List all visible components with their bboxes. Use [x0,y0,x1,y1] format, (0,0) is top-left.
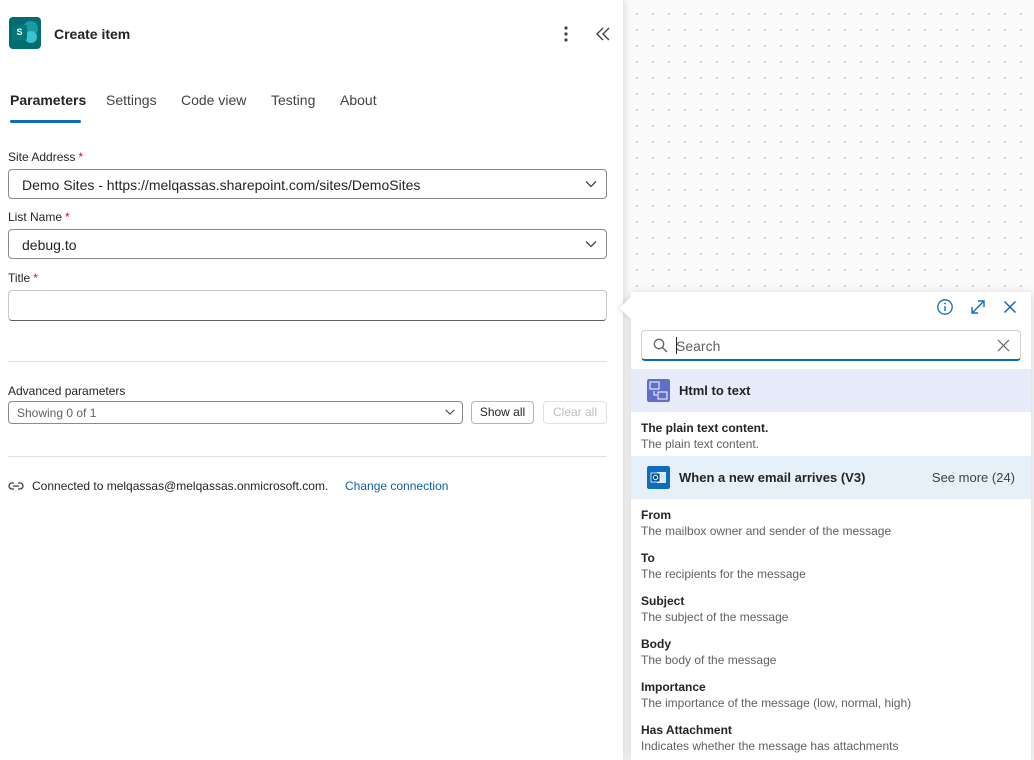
item-title: Body [641,637,671,651]
html-to-text-icon [647,379,670,402]
list-item[interactable]: To The recipients for the message [641,551,1021,587]
chevron-down-icon [445,409,455,415]
more-options-button[interactable] [556,23,576,45]
see-more-link[interactable]: See more (24) [932,470,1015,485]
site-address-dropdown[interactable]: Demo Sites - https://melqassas.sharepoin… [8,169,607,199]
item-title: Subject [641,594,685,608]
list-item[interactable]: From The mailbox owner and sender of the… [641,508,1021,544]
advanced-parameters-label: Advanced parameters [8,384,126,398]
expand-icon[interactable] [969,298,987,316]
item-description: The subject of the message [641,610,789,624]
item-title: Has Attachment [641,723,732,737]
list-name-value: debug.to [22,237,77,253]
site-address-value: Demo Sites - https://melqassas.sharepoin… [22,177,421,193]
advanced-parameters-value: Showing 0 of 1 [17,406,97,420]
change-connection-link[interactable]: Change connection [345,479,448,493]
tab-code-view[interactable]: Code view [181,92,246,108]
item-title: The plain text content. [641,421,769,435]
item-description: The mailbox owner and sender of the mess… [641,524,892,538]
connection-info: Connected to melqassas@melqassas.onmicro… [8,478,618,494]
sharepoint-icon: S [9,17,41,49]
action-config-panel: S Create item Parameters Settings Code v… [0,0,623,760]
link-icon [8,482,24,490]
collapse-panel-button[interactable] [592,23,614,45]
clear-search-icon[interactable] [997,339,1010,352]
group-header-new-email[interactable]: When a new email arrives (V3) See more (… [631,456,1031,499]
list-item[interactable]: Subject The subject of the message [641,594,1021,630]
item-title: From [641,508,671,522]
list-item[interactable]: Importance The importance of the message… [641,680,1021,716]
tab-about[interactable]: About [340,92,377,108]
list-item[interactable]: The plain text content. The plain text c… [641,421,1021,457]
item-description: The importance of the message (low, norm… [641,696,912,710]
item-title: To [641,551,655,565]
required-marker: * [33,271,38,285]
search-input[interactable] [676,336,976,356]
group-title: Html to text [679,383,751,398]
popup-body: Html to text The plain text content. The… [631,292,1031,760]
list-name-dropdown[interactable]: debug.to [8,229,607,259]
item-description: The recipients for the message [641,567,806,581]
chevron-double-left-icon [596,27,610,41]
group-title: When a new email arrives (V3) [679,470,866,485]
tab-parameters[interactable]: Parameters [10,92,86,108]
required-marker: * [65,210,70,224]
panel-header: S Create item [8,17,615,51]
site-address-label: Site Address * [8,150,84,164]
chevron-down-icon [585,241,597,248]
active-tab-indicator [10,120,81,123]
dynamic-content-popup: Html to text The plain text content. The… [619,292,1031,760]
title-label: Title * [8,271,38,285]
list-item[interactable]: Has Attachment Indicates whether the mes… [641,723,1021,759]
info-icon[interactable] [936,298,954,316]
list-name-label: List Name * [8,210,70,224]
item-title: Importance [641,680,706,694]
connection-text: Connected to melqassas@melqassas.onmicro… [32,479,329,493]
sharepoint-icon-letter: S [12,25,27,40]
item-description: Indicates whether the message has attach… [641,739,899,753]
list-item[interactable]: Body The body of the message [641,637,1021,673]
search-box[interactable] [641,330,1021,361]
tab-settings[interactable]: Settings [106,92,157,108]
close-icon[interactable] [1001,298,1019,316]
section-divider [8,456,607,457]
more-vertical-icon [564,26,568,42]
outlook-icon [647,466,670,489]
search-icon [653,338,668,353]
title-input[interactable] [8,290,607,321]
chevron-down-icon [585,181,597,188]
advanced-parameters-dropdown[interactable]: Showing 0 of 1 [8,401,463,424]
panel-title: Create item [54,26,131,42]
group-header-html-to-text[interactable]: Html to text [631,369,1031,412]
show-all-button[interactable]: Show all [471,401,534,424]
clear-all-button[interactable]: Clear all [543,401,607,424]
section-divider [8,361,607,362]
required-marker: * [78,150,84,164]
item-description: The plain text content. [641,437,760,451]
text-caret [676,337,677,354]
tab-testing[interactable]: Testing [271,92,315,108]
item-description: The body of the message [641,653,777,667]
